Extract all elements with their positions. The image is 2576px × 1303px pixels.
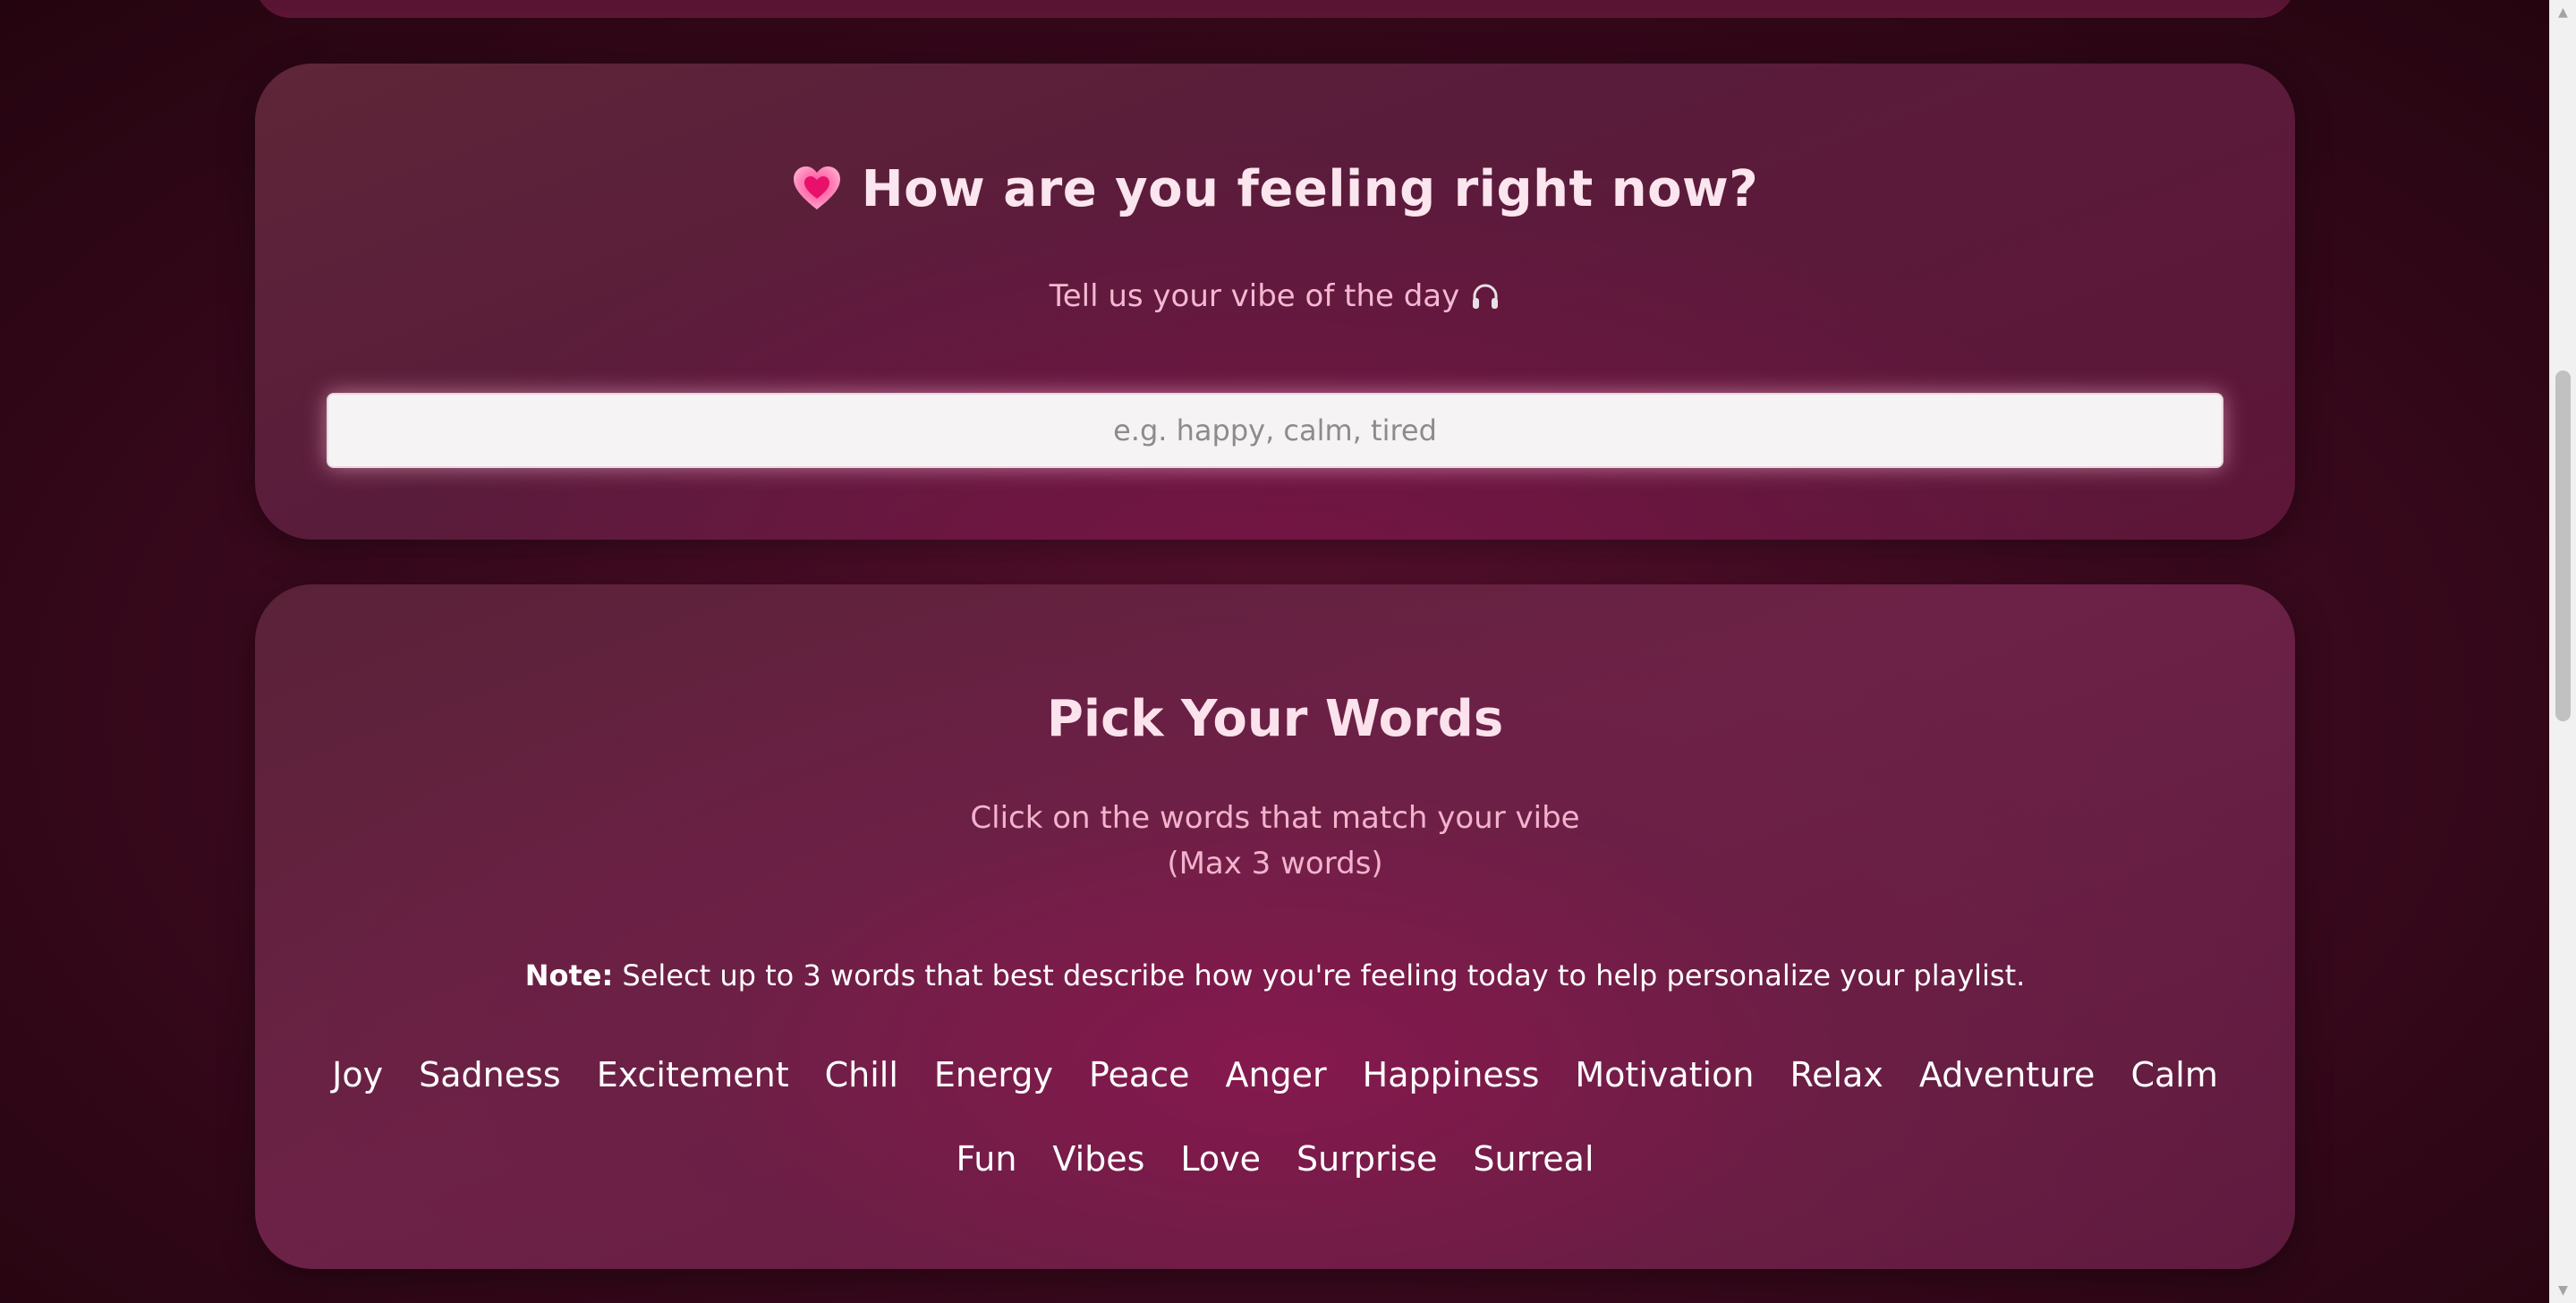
vertical-scrollbar[interactable]: ▲ ▼ xyxy=(2549,0,2576,1303)
scroll-up-arrow-icon[interactable]: ▲ xyxy=(2550,0,2576,25)
word-energy[interactable]: Energy xyxy=(916,1048,1071,1102)
word-sadness[interactable]: Sadness xyxy=(401,1048,579,1102)
word-vibes[interactable]: Vibes xyxy=(1034,1132,1162,1186)
pick-words-card: Pick Your Words Click on the words that … xyxy=(255,584,2295,1269)
word-surreal[interactable]: Surreal xyxy=(1455,1132,1611,1186)
feeling-title: How are you feeling right now? xyxy=(255,160,2295,218)
scroll-down-arrow-icon[interactable]: ▼ xyxy=(2550,1278,2576,1303)
word-adventure[interactable]: Adventure xyxy=(1901,1048,2113,1102)
page: How are you feeling right now? Tell us y… xyxy=(0,0,2550,1303)
note-text: Select up to 3 words that best describe … xyxy=(613,958,2026,992)
word-peace[interactable]: Peace xyxy=(1071,1048,1208,1102)
word-happiness[interactable]: Happiness xyxy=(1345,1048,1558,1102)
word-excitement[interactable]: Excitement xyxy=(579,1048,807,1102)
word-row-2: Fun Vibes Love Surprise Surreal xyxy=(255,1132,2295,1186)
pick-words-title: Pick Your Words xyxy=(1046,690,1504,748)
previous-card xyxy=(255,0,2295,18)
pick-words-subtitle: Click on the words that match your vibe … xyxy=(255,796,2295,887)
note: Note: Select up to 3 words that best des… xyxy=(255,958,2295,992)
note-label: Note: xyxy=(524,958,614,992)
word-row-1: Joy Sadness Excitement Chill Energy Peac… xyxy=(255,1048,2295,1102)
word-love[interactable]: Love xyxy=(1162,1132,1279,1186)
feeling-subtitle: Tell us your vibe of the day xyxy=(255,278,2295,314)
feeling-subtitle-text: Tell us your vibe of the day xyxy=(1049,278,1460,314)
word-chill[interactable]: Chill xyxy=(807,1048,916,1102)
pick-words-subtitle-line2: (Max 3 words) xyxy=(1167,846,1383,881)
word-anger[interactable]: Anger xyxy=(1207,1048,1344,1102)
word-joy[interactable]: Joy xyxy=(314,1048,401,1102)
word-fun[interactable]: Fun xyxy=(938,1132,1034,1186)
heart-icon xyxy=(793,166,840,209)
word-relax[interactable]: Relax xyxy=(1772,1048,1900,1102)
feeling-title-text: How are you feeling right now? xyxy=(861,160,1759,218)
feeling-card: How are you feeling right now? Tell us y… xyxy=(255,64,2295,540)
scrollbar-thumb[interactable] xyxy=(2555,370,2571,721)
word-surprise[interactable]: Surprise xyxy=(1279,1132,1455,1186)
mood-input[interactable] xyxy=(327,393,2223,468)
word-motivation[interactable]: Motivation xyxy=(1557,1048,1772,1102)
word-calm[interactable]: Calm xyxy=(2113,1048,2235,1102)
headphones-icon xyxy=(1473,284,1499,309)
pick-words-subtitle-line1: Click on the words that match your vibe xyxy=(970,800,1580,836)
